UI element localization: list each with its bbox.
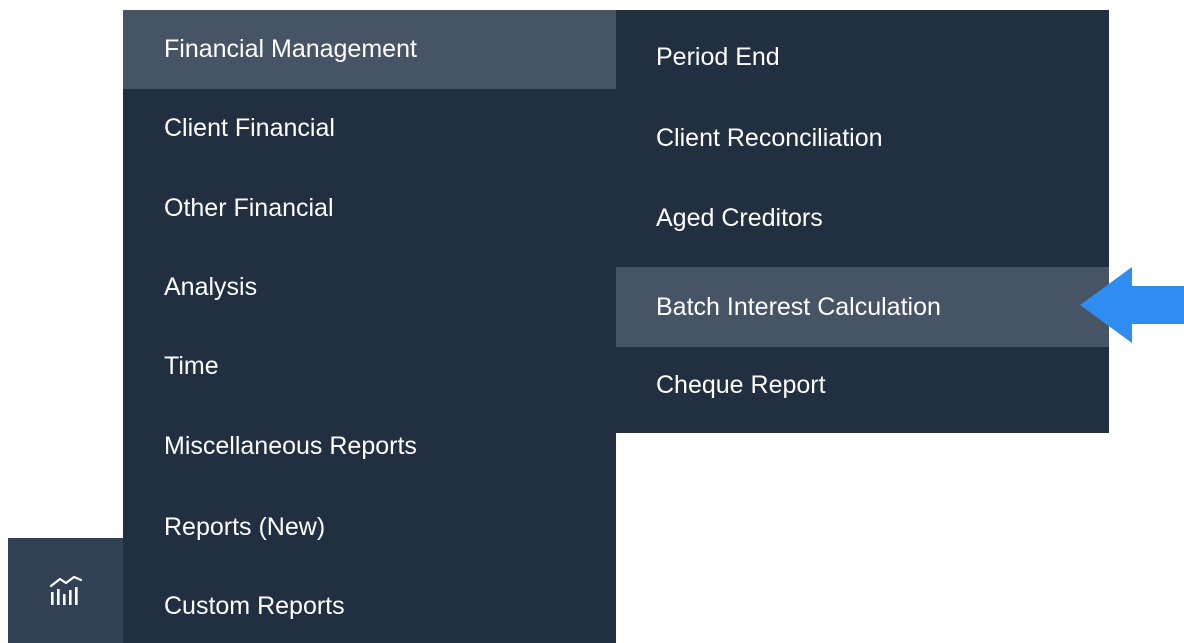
menu-item-label: Time	[164, 352, 219, 380]
menu-item-label: Other Financial	[164, 194, 334, 222]
submenu-item-label: Period End	[656, 43, 780, 71]
reports-main-menu: Financial Management Client Financial Ot…	[123, 10, 616, 643]
menu-item-label: Analysis	[164, 273, 258, 301]
submenu-item-label: Cheque Report	[656, 371, 826, 399]
menu-item-analysis[interactable]: Analysis	[123, 248, 616, 327]
submenu-item-label: Aged Creditors	[656, 204, 823, 232]
submenu-item-label: Client Reconciliation	[656, 124, 883, 152]
menu-item-label: Reports (New)	[164, 513, 326, 541]
menu-item-time[interactable]: Time	[123, 327, 616, 406]
menu-item-label: Miscellaneous Reports	[164, 432, 417, 460]
arrow-left-icon	[1080, 267, 1184, 348]
menu-item-label: Financial Management	[164, 35, 417, 63]
submenu-item-cheque-report[interactable]: Cheque Report	[616, 346, 1109, 425]
reports-chart-icon	[49, 575, 83, 607]
menu-item-other-financial[interactable]: Other Financial	[123, 169, 616, 248]
submenu-item-label: Batch Interest Calculation	[656, 292, 941, 321]
submenu-item-client-reconciliation[interactable]: Client Reconciliation	[616, 99, 1109, 178]
menu-item-financial-management[interactable]: Financial Management	[123, 10, 616, 89]
stage: Financial Management Client Financial Ot…	[0, 0, 1184, 643]
reports-nav-button[interactable]	[8, 538, 123, 643]
menu-item-custom-reports[interactable]: Custom Reports	[123, 567, 616, 643]
submenu-item-batch-interest-calculation[interactable]: Batch Interest Calculation	[616, 267, 1109, 347]
menu-item-label: Custom Reports	[164, 592, 345, 620]
submenu-item-period-end[interactable]: Period End	[616, 18, 1109, 97]
menu-item-reports-new[interactable]: Reports (New)	[123, 488, 616, 567]
submenu-item-aged-creditors[interactable]: Aged Creditors	[616, 179, 1109, 258]
menu-item-client-financial[interactable]: Client Financial	[123, 89, 616, 168]
menu-item-label: Client Financial	[164, 114, 335, 142]
menu-item-miscellaneous-reports[interactable]: Miscellaneous Reports	[123, 407, 616, 486]
financial-management-submenu: Period End Client Reconciliation Aged Cr…	[616, 10, 1109, 433]
